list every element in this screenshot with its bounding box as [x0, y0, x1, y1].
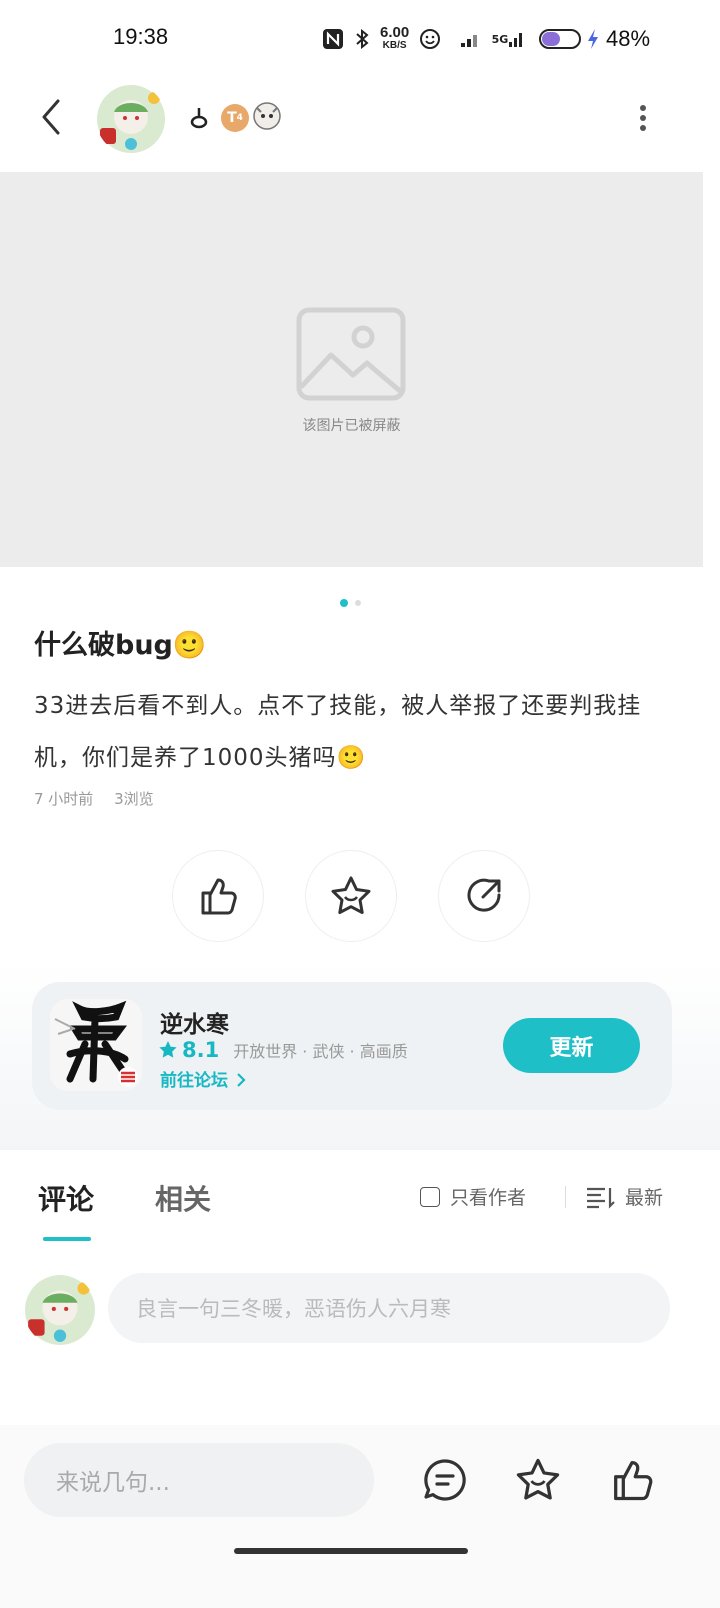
- image-pager-dots: [340, 592, 370, 607]
- sort-latest-button[interactable]: 最新: [585, 1183, 663, 1210]
- bottom-favorite-button[interactable]: [513, 1455, 563, 1505]
- smiley-icon: [416, 26, 444, 52]
- user-avatar: [24, 1274, 96, 1346]
- post-body: 33进去后看不到人。点不了技能，被人举报了还要判我挂机，你们是养了1000头猪吗…: [34, 693, 642, 771]
- back-button[interactable]: [30, 95, 74, 139]
- more-options-button[interactable]: [628, 98, 658, 138]
- tab-related[interactable]: 相关: [155, 1178, 211, 1218]
- sort-latest-label: 最新: [625, 1187, 664, 1209]
- game-tags: 开放世界 · 武侠 · 高画质: [233, 1042, 408, 1061]
- share-button[interactable]: [438, 850, 530, 942]
- star-icon: [516, 1458, 560, 1500]
- author-avatar[interactable]: [96, 84, 166, 154]
- battery-icon: [538, 26, 584, 52]
- bluetooth-icon: [350, 26, 376, 52]
- author-badge-icon: [186, 104, 212, 130]
- charging-icon: [584, 26, 602, 52]
- like-button[interactable]: [172, 850, 264, 942]
- favorite-button[interactable]: [305, 850, 397, 942]
- nfc-icon: [320, 26, 346, 52]
- blocked-image-text: 该图片已被屏蔽: [302, 418, 401, 434]
- post-meta: 7 小时前 3浏览: [34, 788, 170, 809]
- active-tab-indicator: [43, 1237, 91, 1241]
- game-rating-row: 8.1 开放世界 · 武侠 · 高画质: [158, 1038, 408, 1062]
- character-badge-icon: [251, 100, 283, 134]
- star-icon: [331, 876, 371, 914]
- update-button[interactable]: 更新: [503, 1018, 640, 1073]
- thumbs-up-icon: [201, 878, 237, 915]
- network-speed: 6.00 KB/S: [380, 24, 410, 51]
- post-image-blocked[interactable]: [0, 172, 703, 567]
- thumbs-up-icon: [614, 1460, 653, 1501]
- author-only-toggle[interactable]: 只看作者: [420, 1183, 526, 1210]
- level-badge: T4: [221, 104, 249, 132]
- post-title: 什么破bug🙂: [34, 630, 207, 661]
- post-views: 3浏览: [114, 790, 154, 808]
- post-time: 7 小时前: [34, 790, 94, 808]
- reply-input[interactable]: 来说几句...: [24, 1443, 374, 1517]
- share-icon: [467, 878, 501, 912]
- game-rating: 8.1: [182, 1038, 220, 1062]
- image-placeholder-icon: [296, 307, 406, 401]
- checkbox-icon[interactable]: [420, 1186, 440, 1207]
- bottom-like-button[interactable]: [607, 1455, 657, 1505]
- comment-button[interactable]: [420, 1455, 470, 1505]
- 5g-signal-icon: 5G: [490, 26, 526, 52]
- home-indicator[interactable]: [234, 1548, 468, 1554]
- divider: [565, 1186, 566, 1208]
- rating-star-icon: [159, 1041, 177, 1058]
- signal-icon: [456, 26, 484, 52]
- tab-comments[interactable]: 评论: [38, 1178, 94, 1218]
- comment-input[interactable]: 良言一句三冬暖，恶语伤人六月寒: [108, 1273, 670, 1343]
- status-time: 19:38: [113, 24, 169, 49]
- author-only-label: 只看作者: [450, 1187, 527, 1209]
- more-vertical-icon: [640, 105, 646, 131]
- go-to-forum-link[interactable]: 前往论坛: [160, 1066, 248, 1091]
- chevron-right-icon: [237, 1073, 246, 1087]
- battery-percent: 48%: [606, 26, 651, 51]
- chevron-left-icon: [42, 99, 60, 135]
- game-name: 逆水寒: [160, 1012, 229, 1038]
- comment-icon: [424, 1459, 466, 1501]
- sort-icon: [587, 1187, 615, 1209]
- game-icon[interactable]: [50, 999, 142, 1091]
